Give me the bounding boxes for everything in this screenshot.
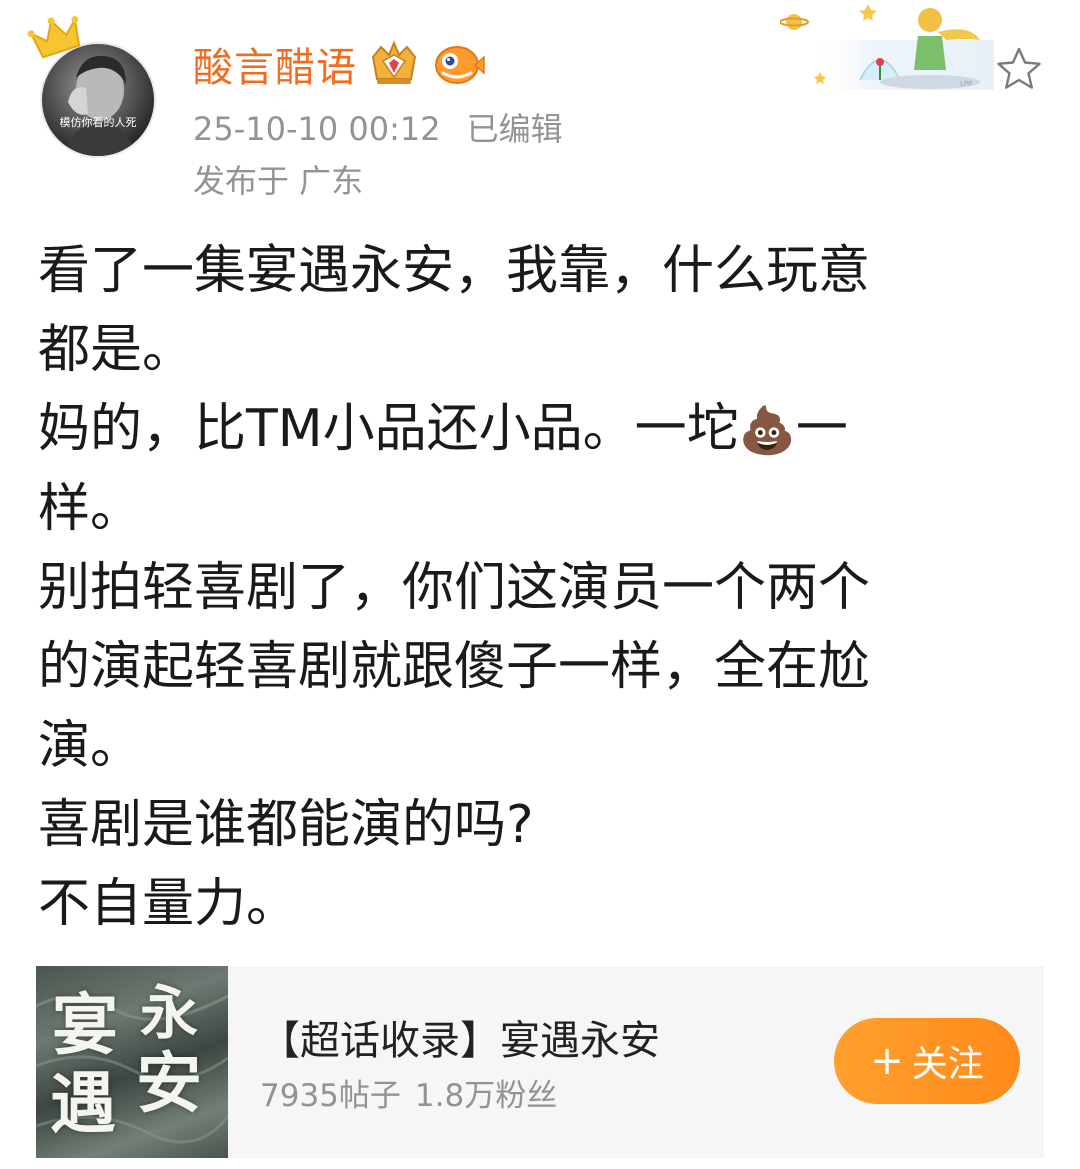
post-line-9: 不自量力。 [38, 874, 299, 934]
cover-char-4: 安 [136, 1044, 202, 1122]
weibo-post-page: 模仿你看的人死 酸言醋语 25-10-10 00:12 已编辑 发布于 广东 L… [0, 0, 1080, 1169]
author-avatar-wrap[interactable]: 模仿你看的人死 [27, 16, 156, 158]
post-line-3-text: 妈的，比TM小品还小品。一坨 [38, 399, 739, 459]
post-line-1: 看了一集宴遇永安，我靠，什么玩意 [38, 241, 871, 301]
supertopic-post-count: 7935帖子 [260, 1078, 401, 1114]
little-prince-decoration: LPP [780, 4, 994, 90]
post-line-3-tail: 一 [795, 399, 848, 459]
plus-icon: + [870, 1038, 904, 1084]
post-line-7: 演。 [38, 716, 143, 776]
post-line-3: 妈的，比TM小品还小品。一坨💩一 [38, 390, 1048, 470]
cover-char-1: 宴 [52, 986, 118, 1064]
supertopic-card[interactable]: 宴 永 遇 安 【超话收录】宴遇永安 7935帖子 1.8万粉丝 + 关注 [36, 966, 1044, 1158]
star-outline-icon[interactable] [994, 44, 1044, 94]
post-timestamp: 25-10-10 00:12 [193, 110, 441, 148]
deco-signature: LPP [960, 80, 972, 88]
post-body: 看了一集宴遇永安，我靠，什么玩意 都是。 妈的，比TM小品还小品。一坨💩一 样。… [38, 232, 1048, 944]
post-line-8: 喜剧是谁都能演的吗? [38, 795, 534, 855]
supertopic-stats: 7935帖子 1.8万粉丝 [260, 1070, 557, 1115]
cover-char-3: 遇 [50, 1064, 116, 1142]
post-line-6: 的演起轻喜剧就跟傻子一样，全在尬 [38, 637, 871, 697]
post-location: 发布于 广东 [193, 162, 364, 200]
post-meta: 25-10-10 00:12 已编辑 [193, 104, 563, 150]
supertopic-cover: 宴 永 遇 安 [36, 966, 228, 1158]
puffer-fish-badge-icon[interactable] [431, 39, 485, 89]
cover-char-2: 永 [140, 979, 199, 1047]
supertopic-fan-count: 1.8万粉丝 [414, 1078, 558, 1114]
avatar-caption: 模仿你看的人死 [59, 116, 137, 129]
follow-label: 关注 [911, 1044, 984, 1085]
follow-button[interactable]: + 关注 [834, 1018, 1020, 1104]
author-name[interactable]: 酸言醋语 [193, 35, 357, 93]
poop-emoji: 💩 [738, 403, 796, 457]
edited-label[interactable]: 已编辑 [467, 110, 563, 148]
post-line-2: 都是。 [38, 320, 195, 380]
author-row: 酸言醋语 [193, 36, 485, 92]
post-line-5: 别拍轻喜剧了，你们这演员一个两个 [38, 558, 871, 618]
crown-gem-badge-icon[interactable] [367, 39, 421, 89]
supertopic-title[interactable]: 【超话收录】宴遇永安 [260, 1008, 660, 1066]
post-line-4: 样。 [38, 479, 143, 539]
